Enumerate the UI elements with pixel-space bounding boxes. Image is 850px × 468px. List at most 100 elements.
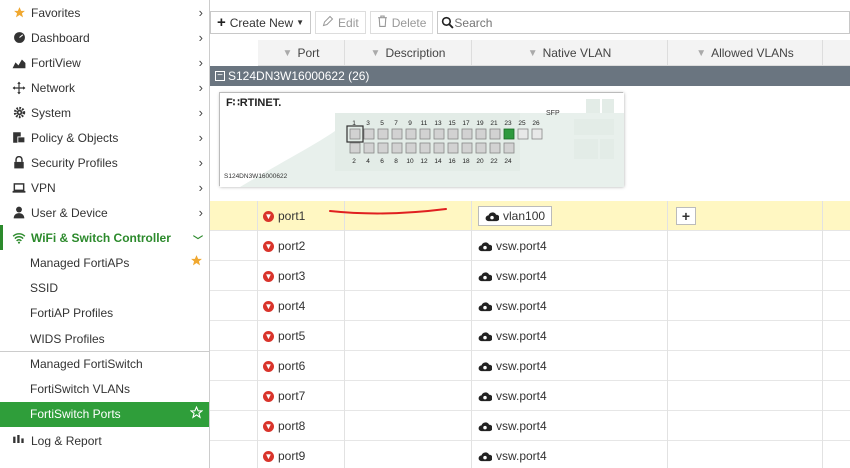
cell-allowed-vlans[interactable]	[668, 411, 823, 441]
column-header-native-vlan[interactable]: ▼ Native VLAN	[472, 40, 668, 66]
sidebar-item-favorites[interactable]: Favorites ›	[0, 0, 209, 25]
table-row[interactable]: ▼ port3 vsw.port4	[210, 261, 850, 291]
cell-native-vlan[interactable]: vsw.port4	[472, 411, 668, 441]
cell-native-vlan[interactable]: vsw.port4	[472, 231, 668, 261]
switch-port[interactable]	[447, 128, 459, 140]
sidebar-item-dashboard[interactable]: Dashboard ›	[0, 25, 209, 50]
cell-description[interactable]	[345, 381, 472, 411]
cell-description[interactable]	[345, 351, 472, 381]
sidebar-subitem-fortiap-profiles[interactable]: FortiAP Profiles	[0, 301, 209, 326]
cell-description[interactable]	[345, 231, 472, 261]
switch-port[interactable]	[475, 142, 487, 154]
table-row[interactable]: ▼ port5 vsw.port4	[210, 321, 850, 351]
cell-native-vlan[interactable]: vsw.port4	[472, 351, 668, 381]
switch-port[interactable]	[377, 128, 389, 140]
cell-allowed-vlans[interactable]	[668, 261, 823, 291]
switch-port[interactable]	[391, 142, 403, 154]
switch-port[interactable]	[391, 128, 403, 140]
switch-port[interactable]	[349, 142, 361, 154]
cell-allowed-vlans[interactable]: +	[668, 201, 823, 231]
cell-description[interactable]	[345, 411, 472, 441]
switch-port[interactable]	[433, 142, 445, 154]
table-row[interactable]: ▼ port9 vsw.port4	[210, 441, 850, 468]
sidebar-subitem-ssid[interactable]: SSID	[0, 275, 209, 300]
switch-port[interactable]	[475, 128, 487, 140]
table-row[interactable]: ▼ port4 vsw.port4	[210, 291, 850, 321]
favorite-star-icon[interactable]	[190, 254, 203, 270]
cell-native-vlan[interactable]: vsw.port4	[472, 381, 668, 411]
table-row[interactable]: ▼ port8 vsw.port4	[210, 411, 850, 441]
switch-group-header[interactable]: − S124DN3W16000622 (26)	[210, 66, 850, 86]
cell-native-vlan[interactable]: vsw.port4	[472, 441, 668, 468]
column-header-description[interactable]: ▼ Description	[345, 40, 472, 66]
cell-native-vlan[interactable]: vlan100	[472, 201, 668, 231]
cell-port[interactable]: ▼ port9	[258, 441, 345, 468]
sidebar-subitem-managed-fortiaps[interactable]: Managed FortiAPs	[0, 250, 209, 275]
cell-description[interactable]	[345, 441, 472, 468]
column-header-allowed-vlans[interactable]: ▼ Allowed VLANs	[668, 40, 823, 66]
switch-port[interactable]	[503, 142, 515, 154]
switch-port[interactable]	[461, 142, 473, 154]
cell-native-vlan[interactable]: vsw.port4	[472, 261, 668, 291]
cell-port[interactable]: ▼ port4	[258, 291, 345, 321]
switch-port[interactable]	[461, 128, 473, 140]
switch-port[interactable]	[377, 142, 389, 154]
cell-port[interactable]: ▼ port5	[258, 321, 345, 351]
cell-native-vlan[interactable]: vsw.port4	[472, 291, 668, 321]
cell-allowed-vlans[interactable]	[668, 441, 823, 468]
switch-port[interactable]	[419, 128, 431, 140]
cell-allowed-vlans[interactable]	[668, 321, 823, 351]
favorite-star-outline-icon[interactable]	[189, 405, 204, 422]
add-allowed-vlan-button[interactable]: +	[676, 207, 696, 225]
sidebar-item-system[interactable]: System ›	[0, 100, 209, 125]
switch-port[interactable]	[419, 142, 431, 154]
table-row[interactable]: ▼ port7 vsw.port4	[210, 381, 850, 411]
sidebar-item-security-profiles[interactable]: Security Profiles ›	[0, 150, 209, 175]
switch-port[interactable]	[517, 128, 529, 140]
cell-allowed-vlans[interactable]	[668, 231, 823, 261]
switch-port[interactable]	[363, 128, 375, 140]
cell-port[interactable]: ▼ port8	[258, 411, 345, 441]
table-row[interactable]: ▼ port6 vsw.port4	[210, 351, 850, 381]
sidebar-item-wifi-switch-controller[interactable]: WiFi & Switch Controller ﹀	[0, 225, 209, 250]
switch-port[interactable]	[531, 128, 543, 140]
cell-port[interactable]: ▼ port2	[258, 231, 345, 261]
sidebar-subitem-wids-profiles[interactable]: WIDS Profiles	[0, 326, 209, 351]
cell-port[interactable]: ▼ port6	[258, 351, 345, 381]
sidebar-item-log-report[interactable]: Log & Report	[0, 427, 209, 447]
cell-port[interactable]: ▼ port7	[258, 381, 345, 411]
sidebar-item-policy-objects[interactable]: Policy & Objects ›	[0, 125, 209, 150]
column-header-port[interactable]: ▼ Port	[258, 40, 345, 66]
switch-port[interactable]	[489, 142, 501, 154]
sidebar-subitem-fortiswitch-ports[interactable]: FortiSwitch Ports	[0, 401, 209, 428]
cell-description[interactable]	[345, 291, 472, 321]
collapse-icon[interactable]: −	[215, 71, 225, 81]
delete-button[interactable]: Delete	[369, 11, 434, 34]
switch-port[interactable]	[489, 128, 501, 140]
switch-port[interactable]	[405, 128, 417, 140]
sidebar-subitem-managed-fortiswitch[interactable]: Managed FortiSwitch	[0, 351, 209, 376]
search-input[interactable]	[454, 15, 755, 30]
native-vlan-value[interactable]: vlan100	[478, 206, 553, 226]
table-row[interactable]: ▼ port2 vsw.port4	[210, 231, 850, 261]
cell-allowed-vlans[interactable]	[668, 291, 823, 321]
create-new-button[interactable]: + Create New ▼	[210, 11, 312, 34]
cell-allowed-vlans[interactable]	[668, 381, 823, 411]
cell-port[interactable]: ▼ port3	[258, 261, 345, 291]
switch-port[interactable]	[447, 142, 459, 154]
cell-native-vlan[interactable]: vsw.port4	[472, 321, 668, 351]
switch-port[interactable]	[363, 142, 375, 154]
edit-button[interactable]: Edit	[315, 11, 366, 34]
switch-port[interactable]	[433, 128, 445, 140]
sidebar-subitem-fortiswitch-vlans[interactable]: FortiSwitch VLANs	[0, 376, 209, 401]
cell-description[interactable]	[345, 261, 472, 291]
switch-port[interactable]	[503, 128, 515, 140]
cell-description[interactable]	[345, 321, 472, 351]
table-row[interactable]: ▼ port1 vlan100 +	[210, 201, 850, 231]
sidebar-item-network[interactable]: Network ›	[0, 75, 209, 100]
sidebar-item-vpn[interactable]: VPN ›	[0, 175, 209, 200]
cell-allowed-vlans[interactable]	[668, 351, 823, 381]
switch-port[interactable]	[349, 128, 361, 140]
sidebar-item-fortiview[interactable]: FortiView ›	[0, 50, 209, 75]
switch-port[interactable]	[405, 142, 417, 154]
